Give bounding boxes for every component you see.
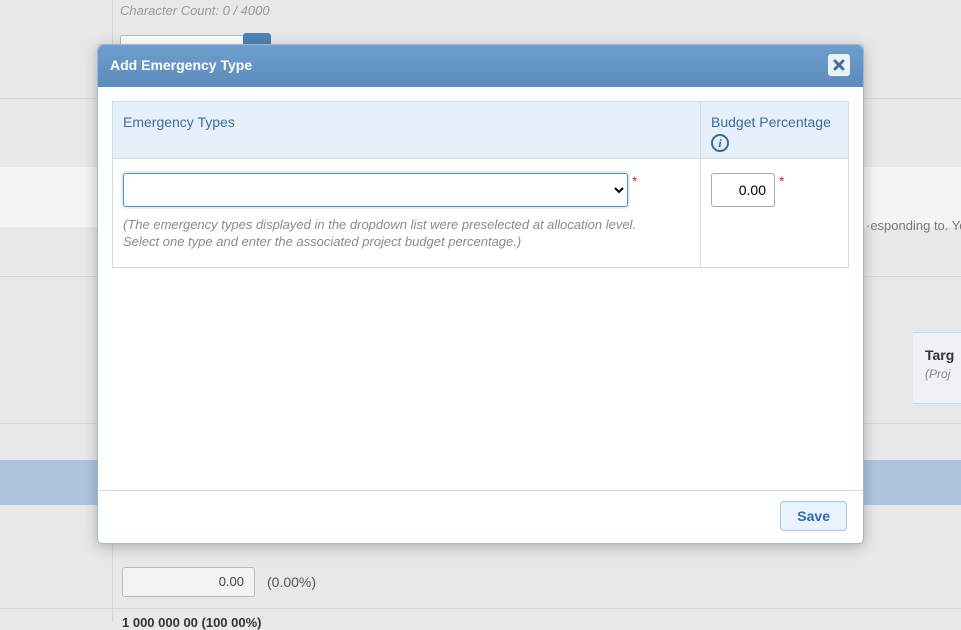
required-marker: *: [632, 173, 637, 189]
budget-percentage-input[interactable]: [711, 173, 775, 207]
close-button[interactable]: [827, 53, 851, 77]
col-emergency-types: Emergency Types: [113, 102, 701, 159]
col-emergency-types-label: Emergency Types: [123, 114, 235, 130]
dialog-header: Add Emergency Type: [98, 45, 863, 87]
dialog-footer: Save: [98, 490, 863, 543]
table-row: * (The emergency types displayed in the …: [113, 159, 849, 268]
bg-total-label: 1 000 000 00 (100 00%): [122, 615, 262, 630]
bg-targets-sub: (Proj: [925, 367, 961, 381]
dialog-body: Emergency Types Budget Percentage i: [98, 87, 863, 490]
dialog-title: Add Emergency Type: [110, 57, 252, 73]
emergency-type-select[interactable]: [123, 173, 628, 207]
required-marker: *: [779, 173, 784, 189]
bg-amount-field: 0.00: [122, 567, 255, 597]
emergency-table: Emergency Types Budget Percentage i: [112, 101, 849, 268]
bg-targets-panel: Targ (Proj: [913, 332, 961, 404]
info-icon[interactable]: i: [711, 134, 729, 152]
bg-percentage-label: (0.00%): [267, 574, 316, 590]
close-icon: [833, 59, 845, 71]
char-count-label: Character Count: 0 / 4000: [120, 3, 270, 18]
dropdown-hint: (The emergency types displayed in the dr…: [123, 217, 663, 251]
col-budget-percentage: Budget Percentage i: [701, 102, 849, 159]
bg-targets-heading: Targ: [925, 347, 961, 363]
save-button[interactable]: Save: [780, 501, 847, 531]
add-emergency-type-dialog: Add Emergency Type Emergency Types Budge…: [97, 44, 864, 544]
col-budget-percentage-label: Budget Percentage: [711, 114, 831, 130]
bg-text-fragment: ·esponding to. Yo: [866, 218, 961, 233]
